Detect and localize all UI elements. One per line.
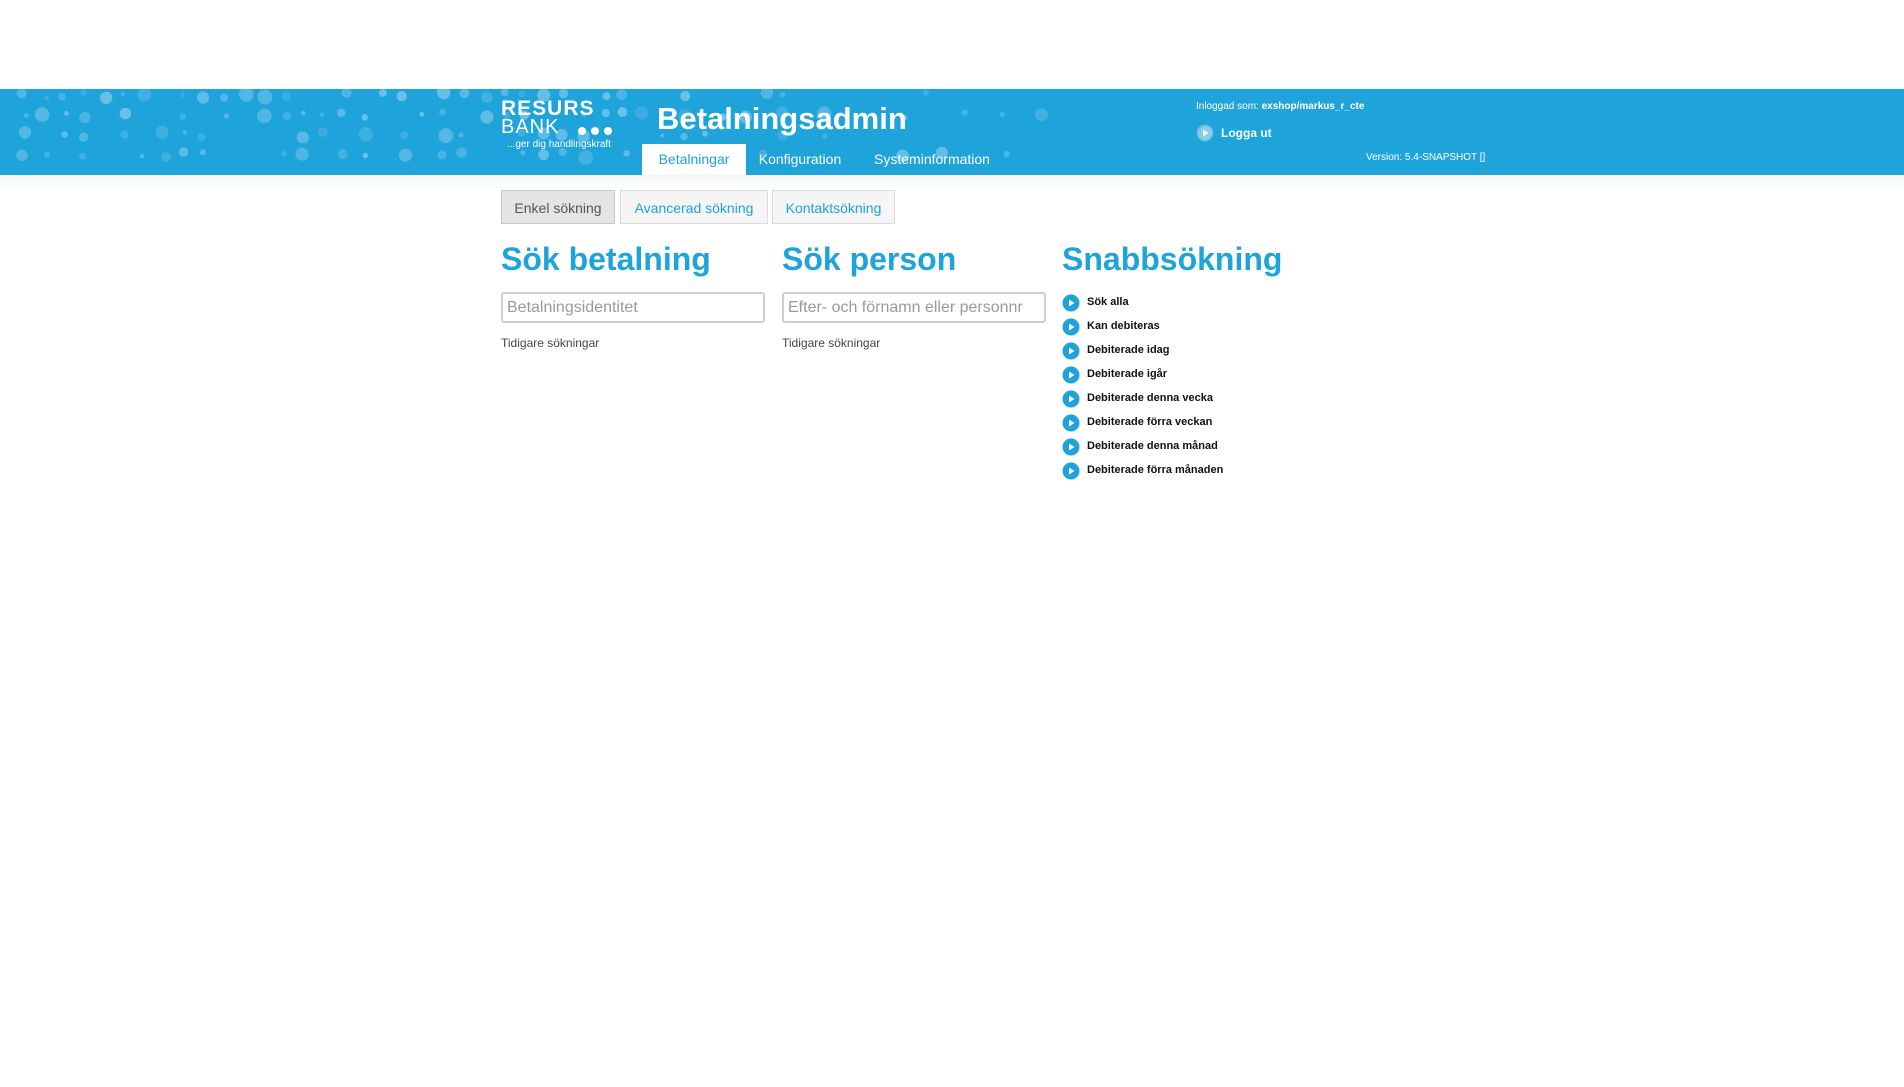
person-search-input[interactable] (782, 292, 1046, 323)
play-circle-icon (1062, 318, 1080, 336)
version-text: Version: 5.4-SNAPSHOT [] (1366, 152, 1486, 163)
subtab-avancerad-sokning[interactable]: Avancerad sökning (620, 190, 768, 224)
play-circle-icon (1062, 390, 1080, 408)
logged-in-label: Inloggad som: (1196, 101, 1259, 112)
quick-search-item[interactable]: Debiterade förra månaden (1062, 462, 1282, 480)
quick-search-label: Debiterade denna vecka (1087, 392, 1213, 404)
quick-search-item[interactable]: Kan debiteras (1062, 318, 1282, 336)
play-circle-icon (1062, 366, 1080, 384)
logged-in-info: Inloggad som: exshop/markus_r_cte (1196, 101, 1364, 112)
quick-search-item[interactable]: Debiterade idag (1062, 342, 1282, 360)
tab-systeminformation[interactable]: Systeminformation (862, 144, 1002, 175)
play-circle-icon (1062, 414, 1080, 432)
tab-konfiguration[interactable]: Konfiguration (750, 144, 850, 175)
quick-search-label: Kan debiteras (1087, 320, 1160, 332)
quick-search-label: Debiterade denna månad (1087, 440, 1218, 452)
payment-id-input[interactable] (501, 292, 765, 323)
quick-search-item[interactable]: Debiterade denna vecka (1062, 390, 1282, 408)
logo-line2: BANK (501, 116, 560, 138)
app-title: Betalningsadmin (657, 101, 907, 136)
person-search-title: Sök person (782, 241, 957, 277)
username: exshop/markus_r_cte (1261, 101, 1365, 112)
quick-search-label: Debiterade idag (1087, 344, 1170, 356)
play-circle-icon (1196, 124, 1214, 142)
subtab-enkel-sokning[interactable]: Enkel sökning (501, 190, 615, 224)
quick-search-item[interactable]: Sök alla (1062, 294, 1282, 312)
payment-previous-searches-link[interactable]: Tidigare sökningar (501, 336, 599, 350)
quick-search-item[interactable]: Debiterade denna månad (1062, 438, 1282, 456)
header-shadow (0, 175, 1904, 189)
play-circle-icon (1062, 294, 1080, 312)
quick-search-label: Debiterade igår (1087, 368, 1168, 380)
tab-betalningar[interactable]: Betalningar (642, 144, 746, 175)
payment-search-title: Sök betalning (501, 241, 711, 277)
logo-dots (578, 122, 617, 140)
play-circle-icon (1062, 462, 1080, 480)
quick-search-item[interactable]: Debiterade igår (1062, 366, 1282, 384)
quick-search-title: Snabbsökning (1062, 241, 1283, 277)
logo-tagline: ...ger dig handlingskraft (507, 139, 611, 150)
resurs-bank-logo[interactable]: RESURS BANK ...ger dig handlingskraft (501, 98, 631, 154)
subtab-kontaktsokning[interactable]: Kontaktsökning (772, 190, 895, 224)
quick-search-label: Debiterade förra månaden (1087, 464, 1224, 476)
page: RESURS BANK ...ger dig handlingskraft Be… (0, 0, 1904, 1087)
quick-search-label: Debiterade förra veckan (1087, 416, 1213, 428)
play-circle-icon (1062, 438, 1080, 456)
quick-search-label: Sök alla (1087, 296, 1129, 308)
quick-search-item[interactable]: Debiterade förra veckan (1062, 414, 1282, 432)
logout-label: Logga ut (1221, 126, 1272, 140)
person-previous-searches-link[interactable]: Tidigare sökningar (782, 336, 880, 350)
play-circle-icon (1062, 342, 1080, 360)
